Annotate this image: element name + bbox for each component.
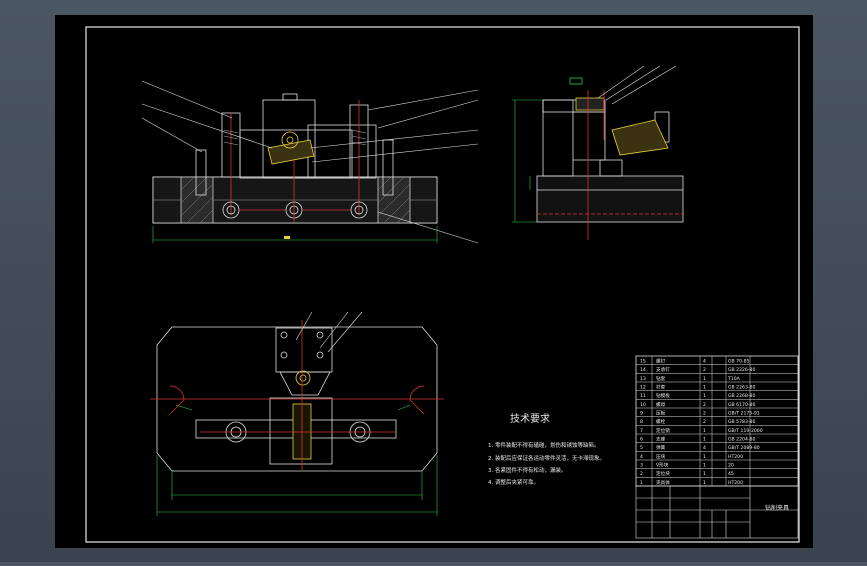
bom-cell-qty: 4 — [703, 445, 706, 451]
bom-cell-qty: 1 — [703, 471, 706, 477]
bom-cell-spec: GB 5783-86 — [728, 419, 755, 425]
tech-line-4: 4. 调整后夹紧可靠。 — [488, 478, 539, 486]
bom-cell-spec: GB/T 2175-91 — [728, 410, 760, 416]
bom-cell-name: 螺钉 — [656, 357, 666, 364]
tech-line-3: 3. 各紧固件不得有松动，漏装。 — [488, 466, 567, 474]
bom-cell-no: 1 — [640, 480, 643, 486]
bom-cell-no: 15 — [640, 358, 646, 364]
bom-cell-name: 钻模板 — [656, 392, 670, 399]
title-block-name: 钻削夹具 — [765, 504, 789, 512]
bom-cell-spec: T10A — [727, 376, 741, 382]
bom-cell-name: 螺母 — [656, 401, 666, 408]
cad-viewport[interactable]: 技术要求 1. 零件装配不得有磕碰，划伤和锈蚀等缺陷。 2. 装配后应保证各运动… — [0, 0, 867, 562]
bom-cell-spec: GB 2263-80 — [728, 384, 755, 390]
bom-cell-name: 弹簧 — [656, 444, 666, 451]
bom-cell-qty: 1 — [703, 480, 706, 486]
tech-line-2: 2. 装配后应保证各运动零件灵活，无卡滞现象。 — [488, 454, 605, 462]
bom-cell-name: 夹具体 — [656, 479, 670, 486]
bom-cell-qty: 1 — [703, 436, 706, 442]
bom-cell-spec: HT200 — [728, 480, 743, 486]
bom-cell-spec: GB 2226-80 — [728, 367, 755, 373]
bom-cell-name: 衬套 — [656, 383, 666, 390]
bom-cell-name: 定位块 — [656, 470, 670, 477]
bom-cell-qty: 1 — [703, 384, 706, 390]
bom-cell-no: 2 — [640, 471, 643, 477]
bom-cell-no: 9 — [640, 410, 643, 416]
bom-cell-spec: GB 70-85 — [728, 358, 750, 364]
bom-cell-spec: GB 2268-80 — [728, 393, 755, 399]
bom-cell-no: 6 — [640, 436, 643, 442]
bom-cell-name: 螺栓 — [656, 418, 666, 425]
bom-cell-name: 支承钉 — [656, 366, 670, 373]
bom-cell-no: 14 — [640, 367, 646, 373]
bom-cell-spec: 45 — [728, 471, 734, 477]
tech-line-1: 1. 零件装配不得有磕碰，划伤和锈蚀等缺陷。 — [488, 441, 600, 449]
bom-cell-qty: 1 — [703, 462, 706, 468]
bom-cell-name: 压板 — [656, 409, 666, 416]
bom-cell-no: 8 — [640, 419, 643, 425]
bom-cell-no: 13 — [640, 376, 646, 382]
bom-cell-name: 钻套 — [656, 375, 666, 382]
bom-cell-spec: GB 2204-80 — [728, 436, 755, 442]
bom-cell-no: 4 — [640, 454, 643, 460]
bom-cell-no: 3 — [640, 462, 643, 468]
bom-cell-name: V形块 — [656, 461, 669, 468]
bom-cell-spec: HT200 — [728, 454, 743, 460]
bom-cell-spec: GB/T 2089-80 — [728, 445, 760, 451]
bom-cell-name: 压块 — [656, 453, 666, 460]
bom-cell-qty: 4 — [703, 358, 706, 364]
bom-cell-qty: 2 — [703, 402, 706, 408]
bom-cell-no: 11 — [640, 393, 646, 399]
bom-cell-qty: 1 — [703, 428, 706, 434]
bom-cell-qty: 2 — [703, 419, 706, 425]
bom-cell-no: 12 — [640, 384, 646, 390]
bom-cell-no: 5 — [640, 445, 643, 451]
bom-cell-spec: GB 6170-86 — [728, 402, 755, 408]
bom-cell-qty: 2 — [703, 410, 706, 416]
bom-cell-name: 定位销 — [656, 427, 670, 434]
tech-title: 技术要求 — [510, 412, 550, 425]
bom-cell-name: 支座 — [656, 435, 666, 442]
bom-cell-qty: 1 — [703, 376, 706, 382]
bom-cell-no: 7 — [640, 428, 643, 434]
bom-cell-qty: 1 — [703, 454, 706, 460]
bom-cell-qty: 2 — [703, 367, 706, 373]
cad-drawing-canvas: 技术要求 1. 零件装配不得有磕碰，划伤和锈蚀等缺陷。 2. 装配后应保证各运动… — [55, 15, 813, 548]
bom-cell-no: 10 — [640, 402, 646, 408]
bom-cell-spec: 20 — [728, 462, 734, 468]
bom-cell-spec: GB/T 119-2000 — [728, 428, 763, 434]
drawing-sheet — [55, 15, 813, 548]
bom-cell-qty: 1 — [703, 393, 706, 399]
